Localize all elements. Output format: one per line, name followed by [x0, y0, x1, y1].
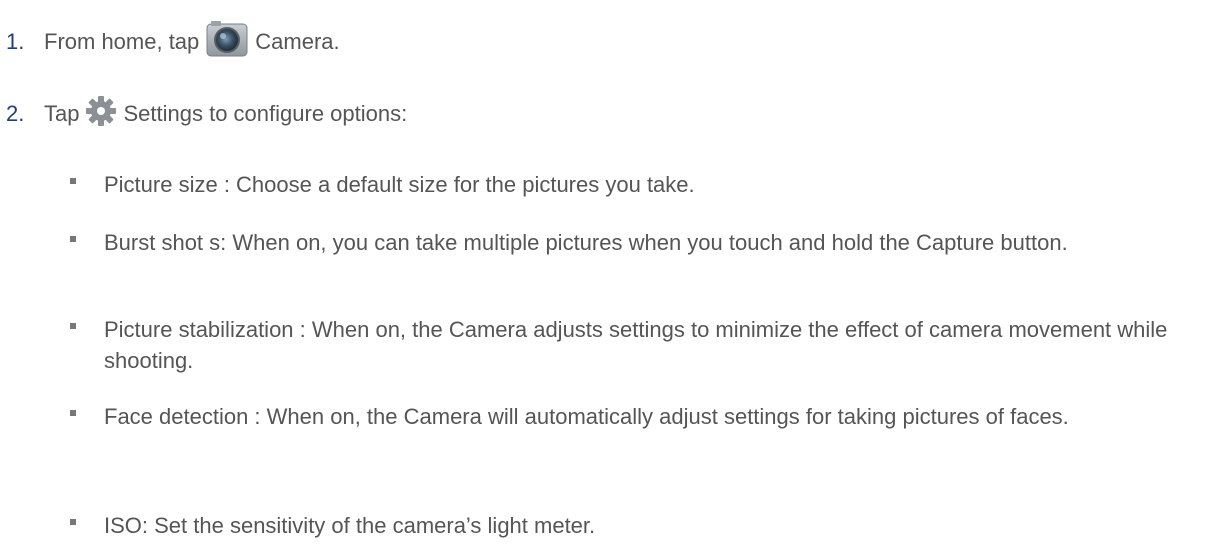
- step-text-before-icon: From home, tap: [44, 29, 200, 54]
- step-2: 2. Tap Settings to configure options:: [0, 95, 407, 133]
- camera-app-icon: [205, 20, 249, 64]
- bullet-icon: [70, 178, 76, 184]
- bullet-icon: [70, 236, 76, 242]
- option-text: Face detection : When on, the Camera wil…: [104, 404, 1069, 429]
- step-1: 1. From home, tap Camera.: [0, 20, 340, 64]
- step-number: 2.: [6, 101, 25, 126]
- step-text-after-icon: Camera.: [255, 29, 340, 54]
- gear-icon: [85, 95, 117, 133]
- option-text: Picture size : Choose a default size for…: [104, 172, 695, 197]
- bullet-icon: [70, 410, 76, 416]
- step-text-before-icon: Tap: [44, 101, 80, 126]
- step-number: 1.: [6, 29, 25, 54]
- option-text: ISO: Set the sensitivity of the camera’s…: [104, 513, 596, 538]
- bullet-icon: [70, 519, 76, 525]
- step-text-after-icon: Settings to configure options:: [123, 101, 408, 126]
- option-text: Picture stabilization : When on, the Cam…: [104, 317, 1168, 373]
- bullet-icon: [70, 323, 76, 329]
- option-text: Burst shot s: When on, you can take mult…: [104, 230, 1068, 255]
